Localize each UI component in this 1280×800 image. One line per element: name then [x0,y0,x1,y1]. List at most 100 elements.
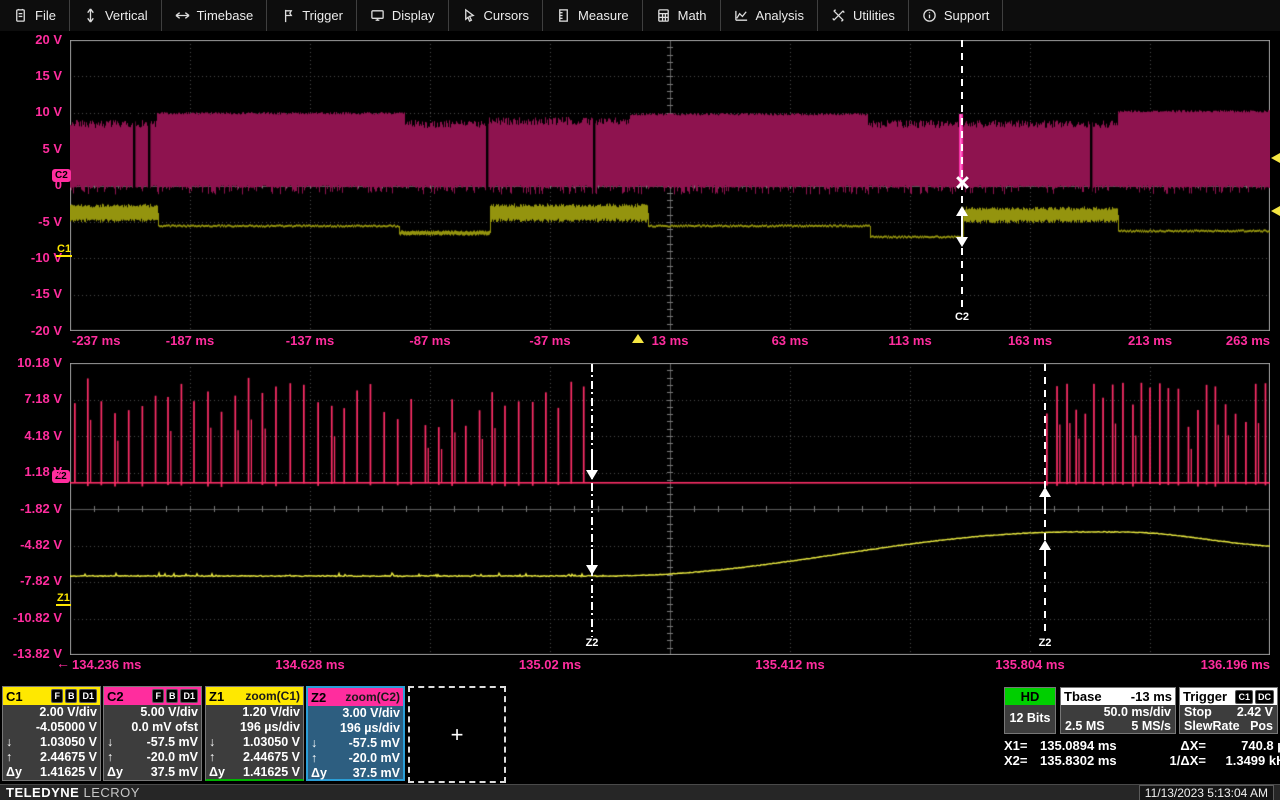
max-arrow-label: ↑ [6,750,12,765]
x2-label: X2= [1004,753,1040,768]
descriptor-bar: C1 F B D1 2.00 V/div -4.05000 V ↓1.03050… [0,682,1280,784]
menu-vertical[interactable]: Vertical [70,0,162,31]
x1-cursor-line[interactable] [591,364,593,637]
top-y-label: 10 V [0,105,62,119]
inv-dx-label: 1/ΔX= [1150,753,1206,768]
x2-value: 135.8302 ms [1040,753,1150,768]
cursor-readout: X1= 135.0894 ms ΔX= 740.8 µs X2= 135.830… [1004,738,1280,768]
datetime-display: 11/13/2023 5:13:04 AM [1139,785,1274,800]
zoom-y-label: 7.18 V [0,392,62,406]
menu-trigger[interactable]: Trigger [267,0,357,31]
x1-arrow-stem [591,454,593,470]
top-x-label: -187 ms [166,333,214,348]
menu-bar: File Vertical Timebase Trigger Display C… [0,0,1280,32]
top-grid-canvas[interactable] [70,40,1270,331]
max-arrow-label: ↑ [209,750,215,765]
horizontal-arrows-icon [175,8,190,23]
menu-display[interactable]: Display [357,0,449,31]
c2-delta: 37.5 mV [151,765,198,780]
z1-level-badge[interactable]: Z1 [56,592,71,606]
menu-analysis-label: Analysis [756,8,804,23]
delta-label: Δy [209,765,225,780]
menu-cursors[interactable]: Cursors [449,0,544,31]
top-y-label: -10 V [0,251,62,265]
z2-descriptor-selected[interactable]: Z2 zoom(C2) 3.00 V/div 196 µs/div ↓-57.5… [306,686,405,781]
add-trace-box[interactable]: + [408,686,506,783]
c2-level-badge[interactable]: C2 [52,169,71,182]
cursor-down-arrow [956,237,968,247]
z1-tdiv: 196 µs/div [240,720,300,735]
z1-max: 2.44675 V [243,750,300,765]
x2-up-arrow [1039,487,1051,497]
top-x-label: 213 ms [1128,333,1172,348]
cursor-arrow-stem [961,216,963,226]
hd-status-box[interactable]: HD 12 Bits [1004,687,1056,734]
tbase-rate: 5 MS/s [1131,719,1171,733]
z1-descriptor[interactable]: Z1 zoom(C1) 1.20 V/div 196 µs/div ↓1.030… [205,686,304,781]
menu-file[interactable]: File [0,0,70,31]
c1-level-badge[interactable]: C1 [56,243,72,257]
max-arrow-label: ↑ [107,750,113,765]
timebase-status-box[interactable]: Tbase -13 ms 50.0 ms/div 2.5 MS5 MS/s [1060,687,1176,734]
top-y-label: 20 V [0,33,62,47]
c2-descriptor[interactable]: C2 F B D1 5.00 V/div 0.0 mV ofst ↓-57.5 … [103,686,202,781]
brand-lecroy: LECROY [83,785,139,800]
top-cursor-tag: C2 [947,311,977,324]
tbase-scale: 50.0 ms/div [1104,705,1171,719]
tbase-offset: -13 ms [1131,689,1172,704]
analysis-chart-icon [734,8,749,23]
c1-trigger-level-marker[interactable] [1271,206,1280,216]
top-y-label: -15 V [0,287,62,301]
zoom-y-label: -10.82 V [0,611,62,625]
math-calculator-icon [656,8,671,23]
c1-offset: -4.05000 V [36,720,97,735]
x1-down-arrow [586,565,598,575]
menu-math[interactable]: Math [643,0,721,31]
top-y-label: -20 V [0,324,62,338]
dx-value: 740.8 µs [1206,738,1280,753]
c2-offset: 0.0 mV ofst [131,720,198,735]
hd-bits: 12 Bits [1005,705,1055,731]
x2-arrow-stem [1044,497,1046,511]
zoom-y-label: 1.18 V [0,465,62,479]
menu-support[interactable]: Support [909,0,1004,31]
zoom-x-label: 135.02 ms [519,657,581,672]
c1-descriptor[interactable]: C1 F B D1 2.00 V/div -4.05000 V ↓1.03050… [2,686,101,781]
menu-timebase-label: Timebase [197,8,254,23]
menu-support-label: Support [944,8,990,23]
x1-value: 135.0894 ms [1040,738,1150,753]
menu-measure[interactable]: Measure [543,0,643,31]
top-y-label: -5 V [0,215,62,229]
min-arrow-label: ↓ [107,735,113,750]
menu-utilities-label: Utilities [853,8,895,23]
z2-vdiv: 3.00 V/div [342,706,400,721]
x2-arrow-stem [1044,550,1046,564]
c1-vdiv: 2.00 V/div [39,705,97,720]
top-x-label: -87 ms [409,333,450,348]
zoom-y-label: -4.82 V [0,538,62,552]
menu-analysis[interactable]: Analysis [721,0,818,31]
z1-descriptor-title: Z1 [209,689,224,704]
brand-teledyne: TELEDYNE [6,785,79,800]
c1-max: 2.44675 V [40,750,97,765]
trigger-type: SlewRate [1184,719,1240,733]
trigger-status-box[interactable]: Trigger C1 DC Stop2.42 V SlewRatePos [1179,687,1278,734]
menu-measure-label: Measure [578,8,629,23]
min-arrow-label: ↓ [209,735,215,750]
oscilloscope-screen: File Vertical Timebase Trigger Display C… [0,0,1280,800]
top-x-label: -137 ms [286,333,334,348]
menu-utilities[interactable]: Utilities [818,0,909,31]
trigger-time-marker[interactable] [632,334,644,343]
top-cursor-line[interactable] [961,40,963,309]
c2-trigger-level-marker[interactable] [1271,153,1280,163]
zoom-grid-canvas[interactable] [70,363,1270,655]
tbase-label: Tbase [1064,689,1102,704]
trigger-label: Trigger [1183,689,1227,704]
x2-up-arrow [1039,540,1051,550]
menu-vertical-label: Vertical [105,8,148,23]
cursor-pointer-icon [462,8,477,23]
menu-display-label: Display [392,8,435,23]
menu-timebase[interactable]: Timebase [162,0,268,31]
zoom-x-label: 134.628 ms [275,657,344,672]
cursor-arrow-stem [961,227,963,237]
